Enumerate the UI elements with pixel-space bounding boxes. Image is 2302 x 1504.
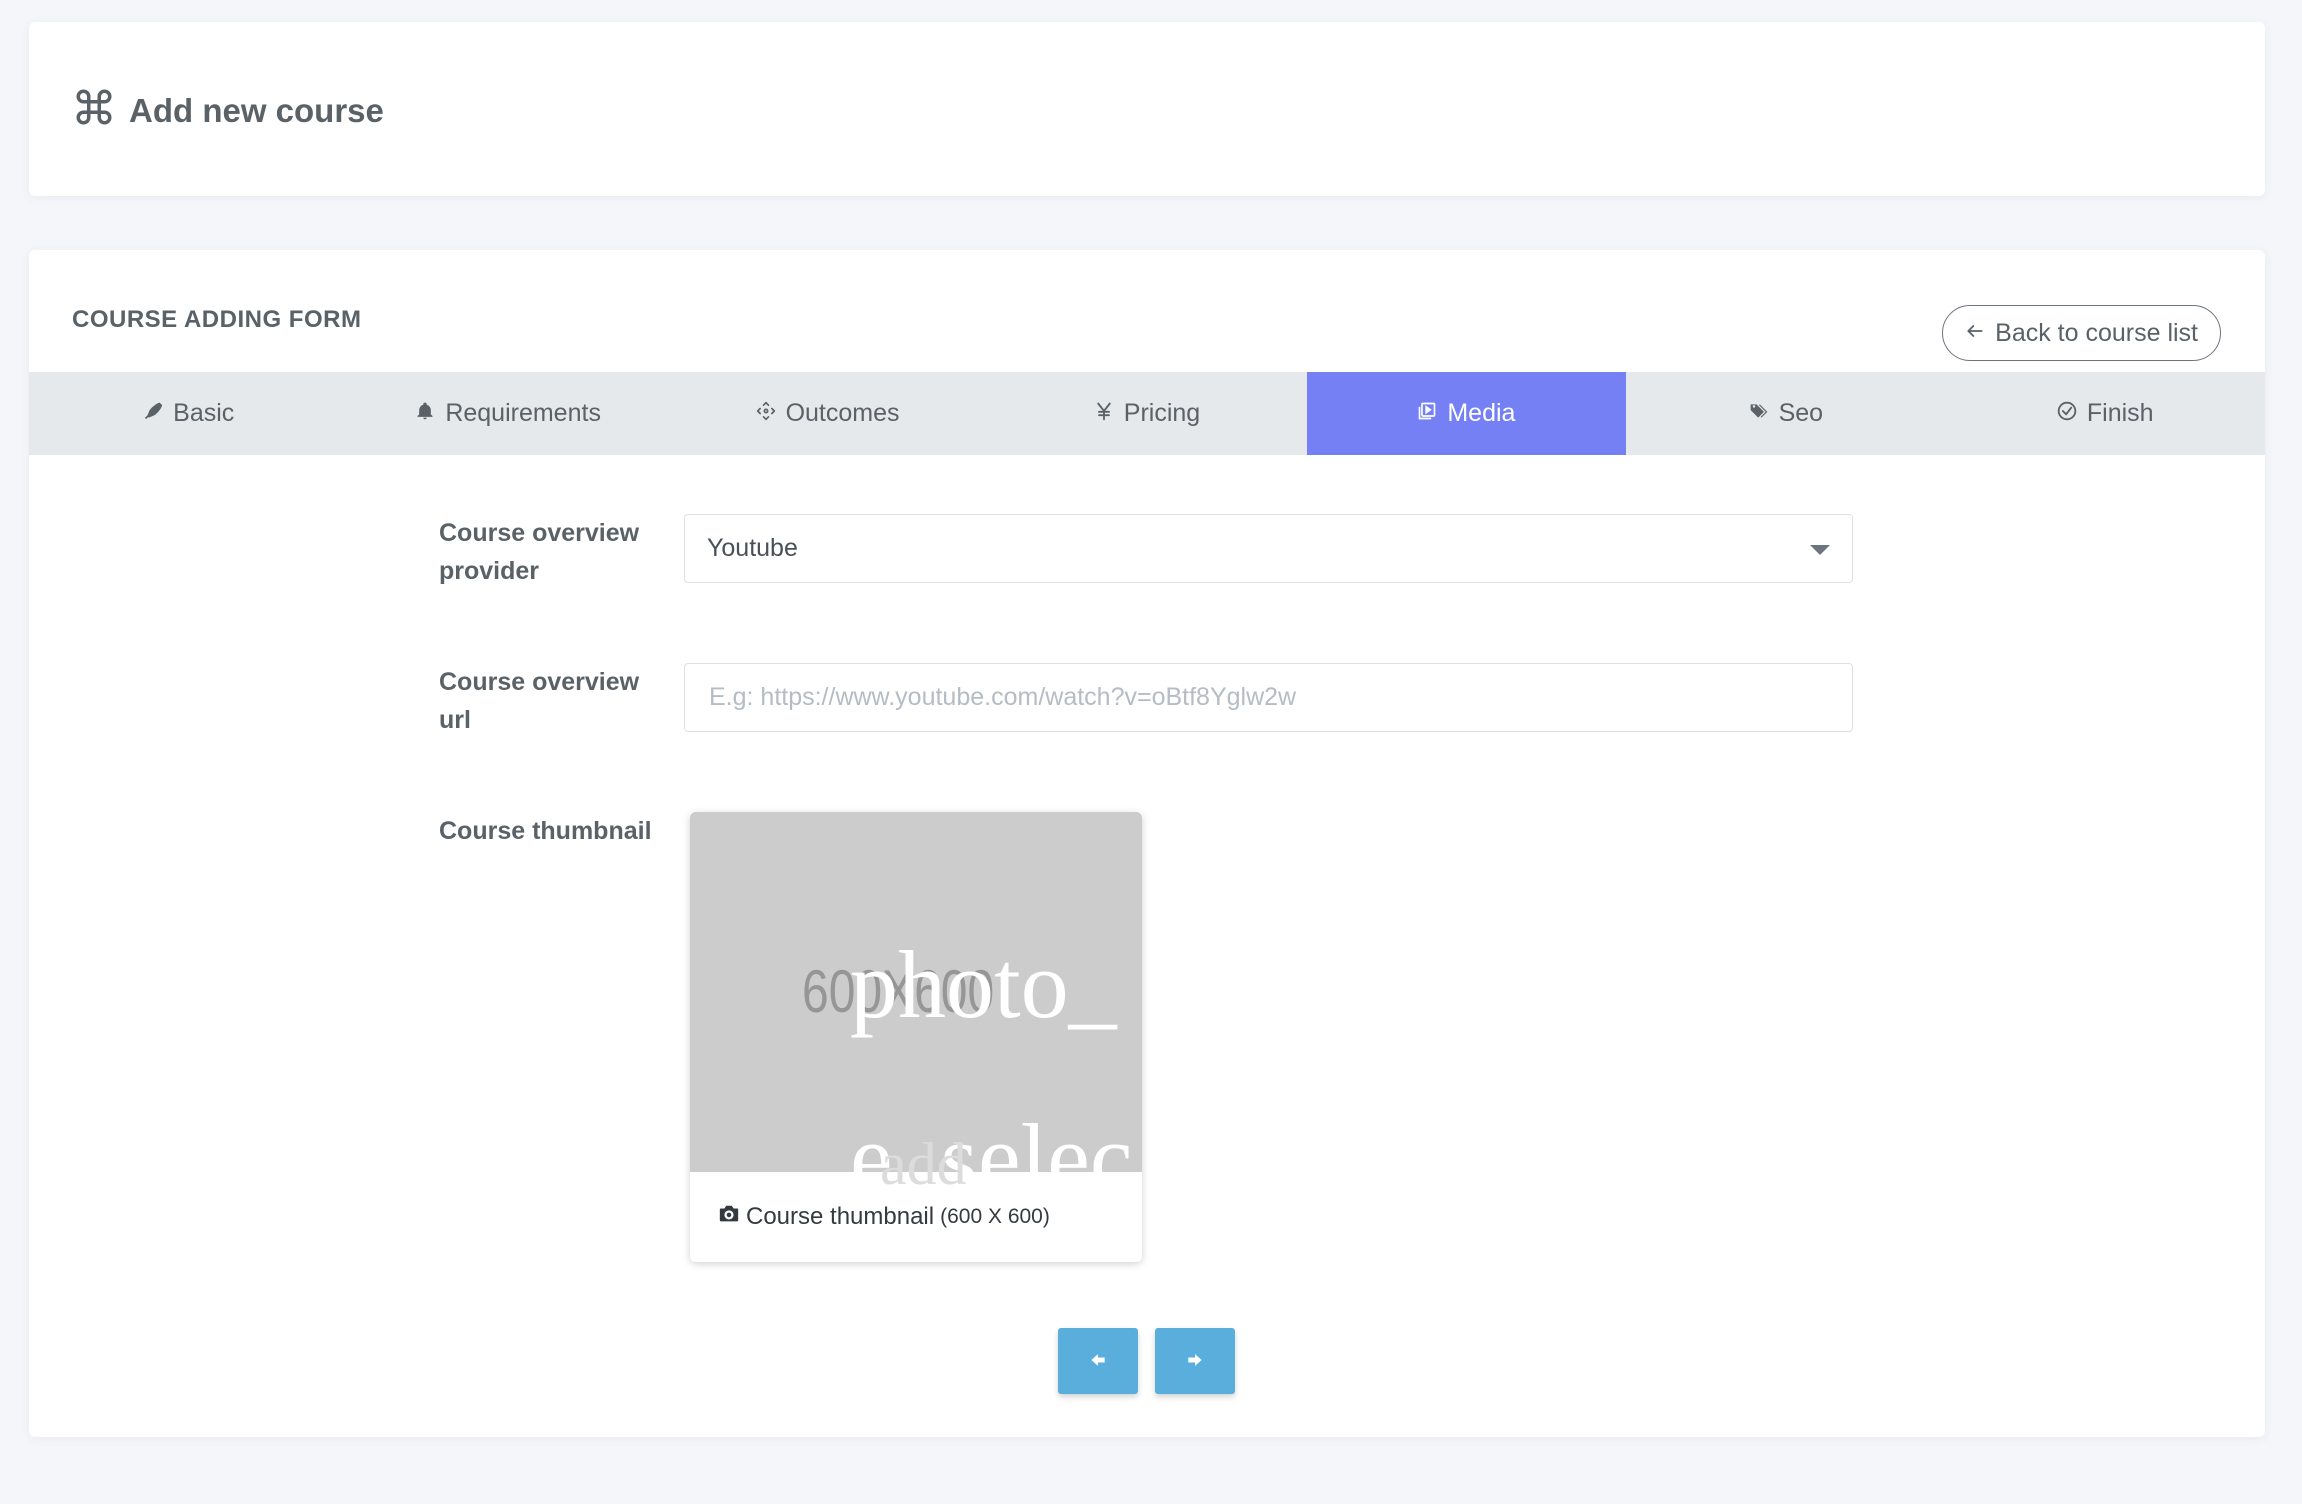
broken-image-alt-text-3: add: [880, 1131, 967, 1197]
move-icon: [756, 399, 776, 428]
provider-selected-value: Youtube: [707, 534, 798, 562]
arrow-left-icon: [1965, 319, 1985, 348]
tab-label: Media: [1447, 399, 1516, 427]
command-icon: [73, 86, 115, 136]
thumbnail-upload[interactable]: 600X600 photo_ e_selec Course thumbnail …: [690, 812, 1142, 1262]
provider-select[interactable]: Youtube: [684, 514, 1853, 583]
tab-label: Basic: [173, 399, 235, 427]
tab-media[interactable]: Media: [1306, 372, 1627, 455]
url-label: Course overview url: [439, 668, 640, 734]
arrow-right-icon: [1185, 1350, 1205, 1373]
page-header-card: Add new course: [29, 22, 2265, 196]
provider-label: Course overview provider: [439, 519, 640, 585]
tab-label: Outcomes: [785, 399, 900, 427]
tab-requirements[interactable]: Requirements: [348, 372, 667, 455]
back-to-course-list-button[interactable]: Back to course list: [1942, 305, 2221, 361]
broken-image-alt-text: photo_: [850, 931, 1117, 1038]
yen-icon: [1094, 399, 1114, 428]
tab-label: Requirements: [445, 399, 601, 427]
tab-seo[interactable]: Seo: [1626, 372, 1945, 455]
form-heading: COURSE ADDING FORM: [72, 306, 362, 333]
pen-icon: [143, 399, 163, 428]
tags-icon: [1749, 399, 1769, 428]
arrow-left-icon: [1088, 1350, 1108, 1373]
tab-label: Seo: [1778, 399, 1824, 427]
next-step-button[interactable]: [1155, 1328, 1235, 1394]
page-title: Add new course: [73, 86, 384, 136]
form-tabs: Basic Requirements Outcomes Pricing Medi…: [29, 372, 2265, 455]
thumbnail-caption-size: (600 X 600): [940, 1205, 1050, 1228]
tab-pricing[interactable]: Pricing: [987, 372, 1306, 455]
tab-label: Finish: [2086, 399, 2154, 427]
caret-down-icon: [1810, 545, 1830, 555]
tab-outcomes[interactable]: Outcomes: [668, 372, 987, 455]
page-title-text: Add new course: [129, 92, 384, 129]
tab-finish[interactable]: Finish: [1946, 372, 2265, 455]
tab-basic[interactable]: Basic: [29, 372, 348, 455]
bell-icon: [415, 399, 435, 428]
camera-icon: [718, 1203, 740, 1232]
thumbnail-preview: 600X600 photo_ e_selec: [690, 812, 1142, 1172]
tab-label: Pricing: [1123, 399, 1201, 427]
back-button-label: Back to course list: [1995, 318, 2198, 347]
thumbnail-label: Course thumbnail: [439, 817, 652, 845]
course-form-card: COURSE ADDING FORM Back to course list B…: [29, 250, 2265, 1437]
previous-step-button[interactable]: [1058, 1328, 1138, 1394]
check-circle-icon: [2057, 399, 2077, 428]
video-icon: [1417, 399, 1437, 428]
thumbnail-caption-text: Course thumbnail: [746, 1203, 935, 1230]
overview-url-input[interactable]: [684, 663, 1853, 732]
